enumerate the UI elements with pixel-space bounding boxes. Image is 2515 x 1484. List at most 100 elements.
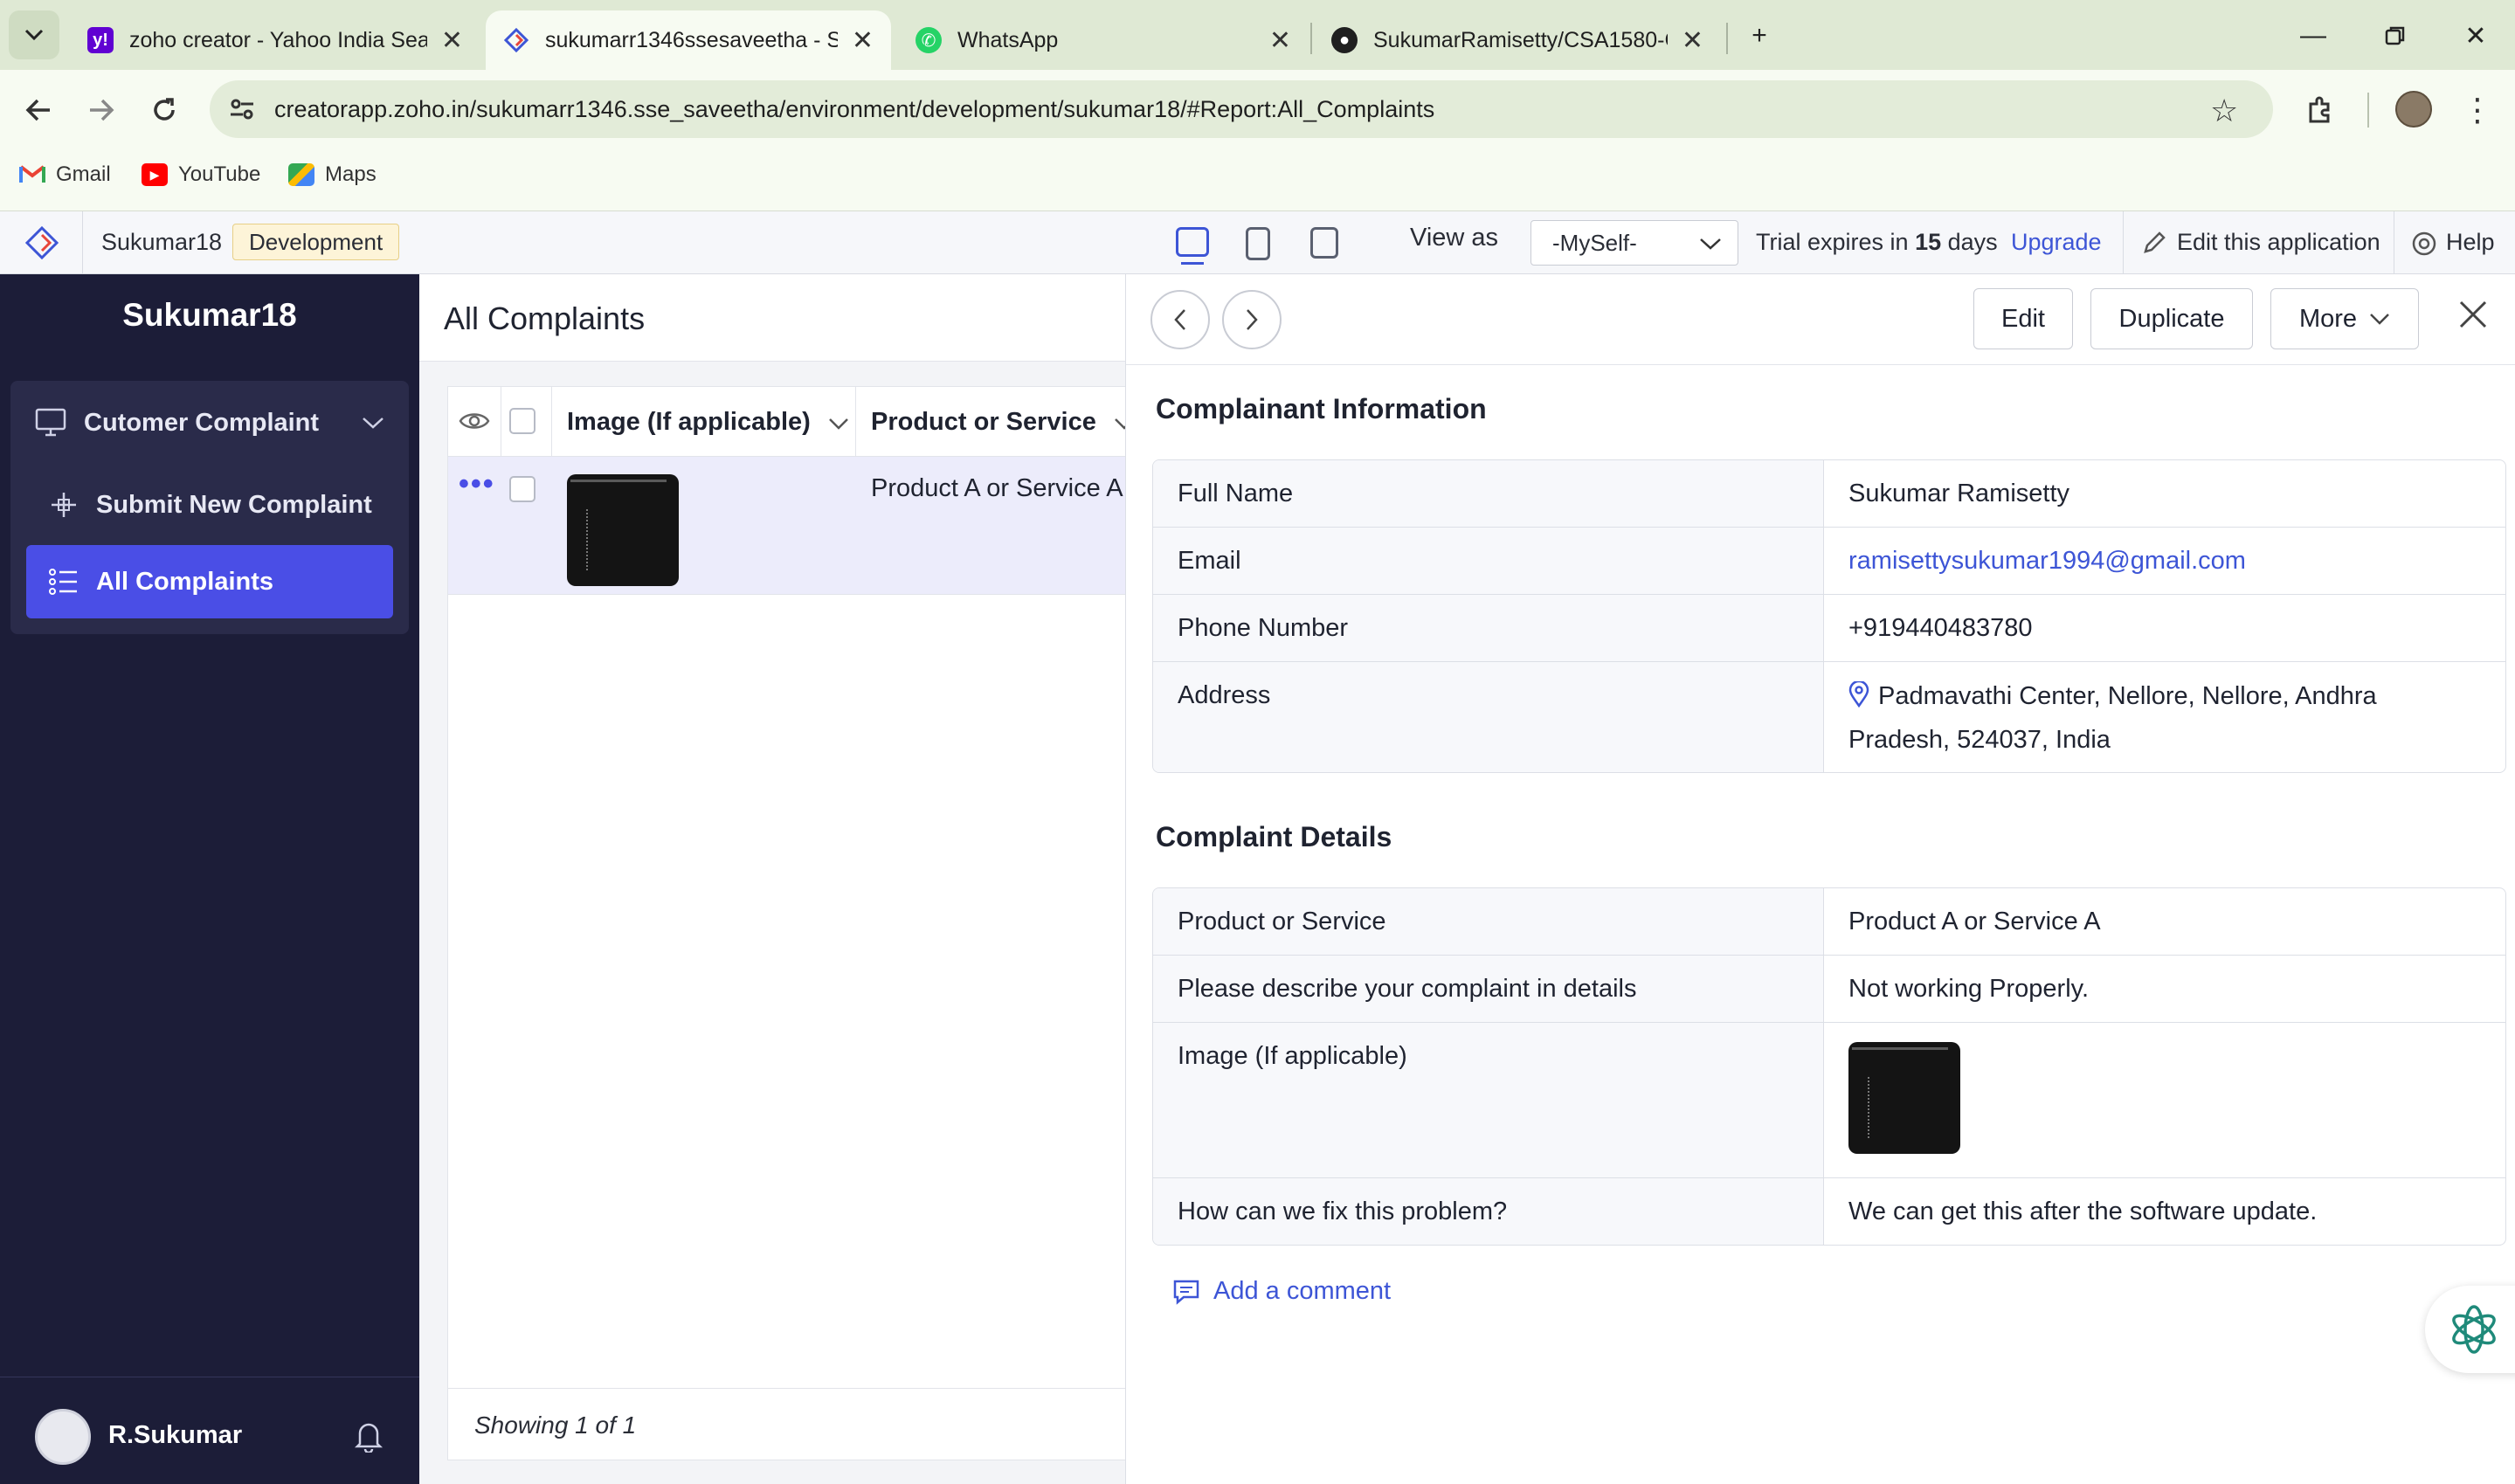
field-label: Image (If applicable) [1153,1023,1824,1177]
complainant-info-table: Full Name Sukumar Ramisetty Email ramise… [1152,459,2506,773]
sidebar-group-customer-complaint[interactable]: Cutomer Complaint [35,397,393,449]
new-tab-button[interactable]: + [1733,12,1786,59]
bookmark-youtube[interactable]: ▶ YouTube [142,162,260,187]
close-detail-icon[interactable] [2458,295,2488,339]
user-name[interactable]: R.Sukumar [108,1421,242,1450]
close-tab-icon[interactable]: ✕ [1269,25,1291,56]
location-pin-icon [1848,680,1869,708]
reload-icon[interactable] [140,86,189,135]
table-row[interactable]: ••• Product A or Service A [448,457,1126,595]
site-info-icon[interactable] [229,96,255,127]
forward-icon[interactable] [77,86,126,135]
duplicate-record-button[interactable]: Duplicate [2090,288,2253,349]
sidebar-item-all-complaints-content[interactable]: All Complaints [49,556,381,608]
monitor-icon [35,408,66,437]
add-comment-button[interactable]: Add a comment [1171,1277,1391,1306]
record-detail-panel: Edit Duplicate More Complainant Informat… [1125,274,2515,1484]
chevron-right-icon [1247,309,1258,330]
row-image-thumbnail[interactable] [567,474,679,586]
close-tab-icon[interactable]: ✕ [852,25,874,56]
profile-avatar[interactable] [2395,91,2432,128]
report-title: All Complaints [444,300,646,336]
browser-tab-zoho[interactable]: sukumarr1346ssesaveetha - Suk ✕ [486,10,891,70]
select-all-checkbox[interactable] [509,408,535,434]
view-as-label: View as [1410,224,1499,252]
field-row-description: Please describe your complaint in detail… [1153,955,2505,1022]
chevron-down-icon [24,29,44,41]
field-row-email: Email ramisettysukumar1994@gmail.com [1153,527,2505,594]
eye-icon[interactable] [459,408,490,438]
restore-icon[interactable] [2369,12,2422,59]
chevron-down-icon [363,418,383,429]
complaint-image-thumbnail[interactable] [1848,1042,1960,1154]
divider [82,211,83,274]
edit-record-button[interactable]: Edit [1973,288,2073,349]
desktop-view-icon[interactable] [1176,227,1209,257]
minimize-icon[interactable]: — [2287,12,2339,59]
app-name[interactable]: Sukumar18 [101,229,222,256]
sidebar-user-footer: R.Sukumar [0,1377,419,1484]
detail-toolbar: Edit Duplicate More [1126,274,2515,365]
field-value-address: Padmavathi Center, Nellore, Nellore, And… [1848,680,2377,754]
column-header-product[interactable]: Product or Service [871,408,1135,437]
zia-assistant-button[interactable] [2425,1286,2515,1373]
help-icon [2411,231,2437,261]
sidebar-item-submit-new-complaint[interactable]: Submit New Complaint [49,479,390,531]
divider [2123,211,2124,274]
more-actions-button[interactable]: More [2270,288,2419,349]
field-value-image [1824,1023,2505,1177]
tab-search-button[interactable] [9,10,59,59]
tablet-view-icon[interactable] [1246,227,1270,260]
notification-bell-icon[interactable] [353,1419,384,1457]
chevron-down-icon [828,418,848,430]
zoho-creator-logo-icon[interactable] [24,225,59,265]
edit-application-button[interactable]: Edit this application [2177,229,2380,256]
column-header-image[interactable]: Image (If applicable) [567,408,849,437]
desktop-view-stand [1181,262,1204,265]
email-link[interactable]: ramisettysukumar1994@gmail.com [1824,528,2505,594]
back-icon[interactable] [14,86,63,135]
browser-tab-whatsapp[interactable]: ✆ WhatsApp ✕ [898,10,1309,70]
browser-tab-github[interactable]: ● SukumarRamisetty/CSA1580-Cl ✕ [1314,10,1721,70]
chevron-down-icon [2370,314,2389,325]
bookmark-star-icon[interactable]: ☆ [2210,93,2238,129]
ai-assistant-icon [2452,1305,2496,1354]
close-tab-icon[interactable]: ✕ [441,25,463,56]
bookmark-gmail[interactable]: Gmail [19,162,111,187]
address-bar[interactable]: creatorapp.zoho.in/sukumarr1346.sse_save… [210,80,2273,138]
mobile-view-icon[interactable] [1310,227,1338,259]
field-label: Full Name [1153,460,1824,527]
record-count: Showing 1 of 1 [474,1412,637,1439]
browser-tab-yahoo[interactable]: y! zoho creator - Yahoo India Sear ✕ [70,10,480,70]
field-value-full-name: Sukumar Ramisetty [1848,480,2070,507]
pencil-icon [2142,231,2166,259]
row-actions-icon[interactable]: ••• [459,467,495,501]
field-value-fix: We can get this after the software updat… [1848,1198,2318,1225]
bookmark-maps[interactable]: Maps [288,162,377,187]
user-avatar[interactable] [35,1409,91,1465]
section-heading-complaint-details: Complaint Details [1156,821,1392,852]
close-window-icon[interactable]: ✕ [2449,12,2502,59]
report-footer: Showing 1 of 1 [448,1388,1126,1461]
extensions-icon[interactable] [2296,86,2345,135]
chevron-down-icon [1700,238,1721,250]
upgrade-link[interactable]: Upgrade [2011,229,2102,256]
app-sidebar: Sukumar18 Cutomer Complaint Submit New C… [0,274,419,1484]
next-record-button[interactable] [1222,290,1282,349]
close-tab-icon[interactable]: ✕ [1682,25,1703,56]
view-as-select[interactable]: -MySelf- [1530,220,1738,266]
browser-menu-icon[interactable]: ⋮ [2453,86,2502,135]
github-icon: ● [1331,27,1358,53]
sidebar-app-title: Sukumar18 [122,297,297,333]
zoho-creator-icon [503,27,529,53]
environment-badge[interactable]: Development [232,224,400,260]
yahoo-icon: y! [87,27,114,53]
previous-record-button[interactable] [1150,290,1210,349]
row-checkbox[interactable] [509,476,535,502]
comment-icon [1173,1280,1199,1305]
whatsapp-icon: ✆ [915,27,942,53]
field-label: Phone Number [1153,595,1824,661]
field-row-phone: Phone Number +919440483780 [1153,594,2505,661]
help-button[interactable]: Help [2446,229,2495,256]
field-row-product: Product or Service Product A or Service … [1153,888,2505,955]
